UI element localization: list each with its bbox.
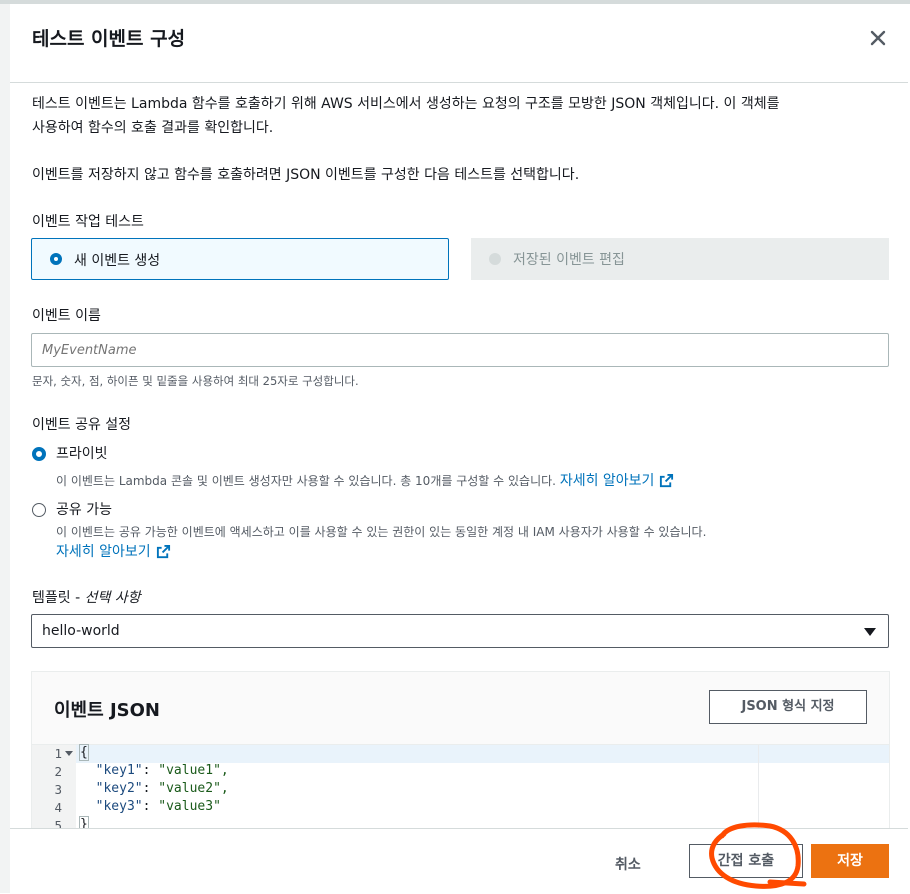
dialog-footer: 취소 간접 호출 저장 — [10, 828, 908, 894]
private-learn-more-text: 자세히 알아보기 — [559, 473, 655, 489]
json-code-editor[interactable]: 1 { 2 "key1": "value1", 3 "key2": "value… — [32, 744, 889, 830]
invoke-button[interactable]: 간접 호출 — [689, 844, 803, 878]
template-label: 템플릿 - 선택 사항 — [32, 587, 141, 607]
intro-line-3: 이벤트를 저장하지 않고 함수를 호출하려면 JSON 이벤트를 구성한 다음 … — [32, 167, 580, 183]
intro-line-2: 사용하여 함수의 호출 결과를 확인합니다. — [32, 120, 274, 136]
intro-line-1: 테스트 이벤트는 Lambda 함수를 호출하기 위해 AWS 서비스에서 생성… — [32, 96, 780, 112]
test-event-dialog: 테스트 이벤트 구성 테스트 이벤트는 Lambda 함수를 호출하기 위해 A… — [10, 4, 908, 894]
shareable-label: 공유 가능 — [56, 502, 112, 518]
code-line: { — [79, 744, 89, 761]
external-link-icon — [660, 473, 674, 488]
radio-create-new[interactable] — [50, 253, 62, 265]
close-icon — [870, 30, 886, 46]
line-number: 4 — [54, 800, 62, 815]
code-value: "value3" — [158, 799, 221, 814]
fold-arrow-icon[interactable] — [65, 751, 73, 757]
shareable-learn-more-text: 자세히 알아보기 — [56, 544, 151, 560]
template-select[interactable]: hello-world — [31, 614, 889, 648]
format-json-button[interactable]: JSON 형식 지정 — [709, 690, 867, 724]
tile-create-new-label: 새 이벤트 생성 — [74, 253, 161, 269]
external-link-icon — [156, 544, 170, 559]
tile-edit-saved-label: 저장된 이벤트 편집 — [513, 252, 625, 268]
code-key: "key1" — [95, 763, 143, 778]
caret-down-icon — [864, 628, 876, 636]
shareable-learn-more-link[interactable]: 자세히 알아보기 — [56, 541, 171, 561]
private-description: 이 이벤트는 Lambda 콘솔 및 이벤트 생성자만 사용할 수 있습니다. … — [56, 470, 674, 490]
active-line-highlight — [32, 745, 889, 763]
save-button[interactable]: 저장 — [811, 844, 889, 878]
dialog-title: 테스트 이벤트 구성 — [32, 28, 186, 50]
tile-create-new-event[interactable]: 새 이벤트 생성 — [31, 238, 449, 280]
code-line: "key1": "value1", — [95, 763, 229, 778]
event-name-field-wrapper — [31, 333, 889, 367]
line-number: 1 — [54, 746, 62, 761]
dialog-header: 테스트 이벤트 구성 — [10, 4, 908, 83]
radio-edit-saved — [489, 253, 501, 265]
line-number: 3 — [54, 782, 62, 797]
event-name-hint: 문자, 숫자, 점, 하이픈 및 밑줄을 사용하여 최대 25자로 구성합니다. — [32, 374, 359, 388]
template-selected-value: hello-world — [42, 623, 120, 639]
code-value: "value2", — [158, 781, 229, 796]
cancel-button[interactable]: 취소 — [615, 854, 641, 874]
sharing-label: 이벤트 공유 설정 — [32, 417, 132, 433]
template-label-optional: 선택 사항 — [84, 590, 141, 606]
code-key: "key2" — [95, 781, 143, 796]
event-name-label: 이벤트 이름 — [32, 308, 101, 324]
code-line: "key3": "value3" — [95, 799, 221, 814]
event-action-label: 이벤트 작업 테스트 — [32, 214, 144, 230]
private-label: 프라이빗 — [56, 446, 108, 462]
code-line: "key2": "value2", — [95, 781, 229, 796]
tile-edit-saved-event: 저장된 이벤트 편집 — [471, 238, 889, 280]
radio-private[interactable] — [32, 447, 46, 461]
event-json-title: 이벤트 JSON — [54, 700, 160, 721]
close-button[interactable] — [866, 26, 890, 50]
shareable-description: 이 이벤트는 공유 가능한 이벤트에 액세스하고 이를 사용할 수 있는 권한이… — [56, 525, 707, 539]
template-label-text: 템플릿 - — [32, 590, 85, 606]
code-brace-open: { — [79, 744, 89, 761]
private-learn-more-link[interactable]: 자세히 알아보기 — [560, 473, 675, 489]
code-value: "value1", — [158, 763, 229, 778]
line-number: 2 — [54, 764, 62, 779]
event-json-panel: 이벤트 JSON JSON 형식 지정 1 { 2 "key1": "value… — [31, 671, 890, 831]
private-description-text: 이 이벤트는 Lambda 콘솔 및 이벤트 생성자만 사용할 수 있습니다. … — [56, 474, 556, 488]
radio-shareable[interactable] — [32, 503, 46, 517]
event-name-input[interactable] — [32, 334, 888, 366]
editor-print-margin — [758, 745, 759, 830]
code-key: "key3" — [95, 799, 143, 814]
